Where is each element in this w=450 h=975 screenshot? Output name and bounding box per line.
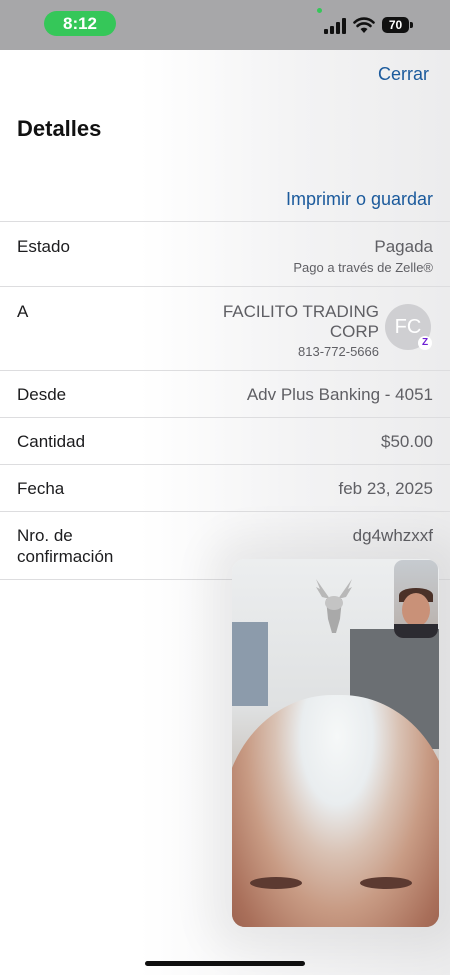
- confirmation-label-line1: Nro. de: [17, 526, 73, 545]
- video-call-pip[interactable]: [232, 559, 439, 927]
- confirmation-value: dg4whzxxf: [352, 526, 433, 545]
- battery-cap: [410, 22, 413, 28]
- status-row: Estado Pagada Pago a través de Zelle®: [0, 221, 450, 287]
- status-value: Pagada: [374, 237, 433, 256]
- recipient-label: A: [17, 302, 29, 321]
- print-or-save-link[interactable]: Imprimir o guardar: [286, 189, 433, 210]
- date-value: feb 23, 2025: [338, 479, 433, 498]
- pip-person-eye-left: [250, 877, 302, 889]
- pip-person-head: [232, 695, 439, 927]
- date-row: Fecha feb 23, 2025: [0, 464, 450, 512]
- recipient-row: A FACILITO TRADING CORP 813-772-5666 FC …: [0, 286, 450, 371]
- recording-indicator-dot: [317, 8, 322, 13]
- status-label: Estado: [17, 237, 70, 256]
- wifi-icon: [353, 17, 375, 33]
- date-label: Fecha: [17, 479, 65, 498]
- status-method: Pago a través de Zelle®: [293, 260, 433, 275]
- status-bar: 8:12 70: [0, 0, 450, 50]
- close-button[interactable]: Cerrar: [378, 64, 429, 85]
- from-value: Adv Plus Banking - 4051: [246, 385, 433, 404]
- pip-background-window: [232, 622, 268, 706]
- amount-label: Cantidad: [17, 432, 86, 451]
- recipient-name-line2: CORP: [329, 322, 379, 341]
- from-label: Desde: [17, 385, 67, 404]
- moose-head-icon: [316, 579, 352, 633]
- confirmation-label-line2: confirmación: [17, 547, 114, 566]
- pip-self-view[interactable]: [394, 560, 438, 638]
- pip-person-eye-right: [360, 877, 412, 889]
- amount-row: Cantidad $50.00: [0, 417, 450, 465]
- amount-value: $50.00: [381, 432, 433, 451]
- battery-icon: 70: [382, 17, 409, 33]
- zelle-icon: Z: [418, 336, 432, 350]
- self-view-body: [394, 624, 438, 638]
- home-indicator[interactable]: [145, 961, 305, 966]
- page-title: Detalles: [17, 116, 102, 141]
- cellular-signal-icon: [324, 18, 346, 34]
- recipient-name-line1: FACILITO TRADING: [222, 302, 379, 321]
- self-view-face: [402, 593, 430, 627]
- from-row: Desde Adv Plus Banking - 4051: [0, 370, 450, 418]
- time-indicator[interactable]: 8:12: [44, 11, 116, 36]
- recipient-phone: 813-772-5666: [298, 344, 379, 359]
